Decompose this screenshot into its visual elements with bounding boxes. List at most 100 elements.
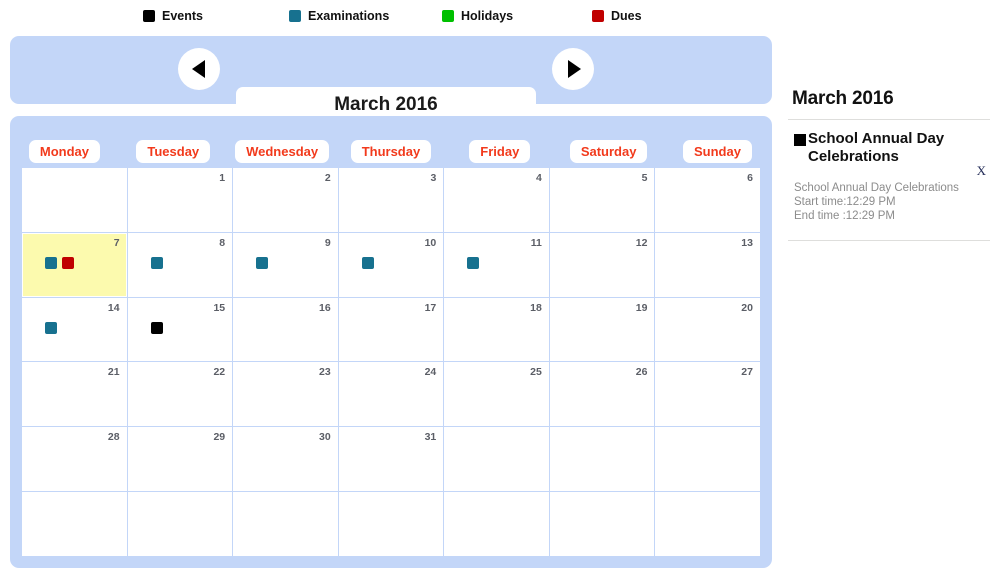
day-marker-group — [361, 256, 374, 269]
day-cell[interactable]: 25 — [444, 362, 549, 427]
day-number: 31 — [424, 431, 437, 444]
day-cell[interactable]: 11 — [444, 232, 549, 297]
day-number: 30 — [319, 431, 331, 444]
day-cell[interactable]: 19 — [549, 297, 655, 362]
day-cell[interactable]: 13 — [655, 232, 760, 297]
day-cell[interactable]: 24 — [338, 362, 444, 427]
day-marker-group — [150, 256, 163, 269]
day-cell[interactable]: 10 — [338, 232, 444, 297]
day-marker-group — [45, 321, 57, 334]
day-marker-group — [256, 256, 269, 269]
day-cell[interactable]: 17 — [338, 297, 444, 362]
page-title: March 2016 — [334, 94, 438, 115]
calendar-body: Monday Tuesday Wednesday Thursday Friday Satu… — [10, 116, 772, 568]
day-cell[interactable]: 12 — [549, 232, 655, 297]
day-marker-group — [150, 321, 163, 334]
day-cell[interactable]: 30 — [233, 427, 338, 492]
day-number: 17 — [424, 301, 437, 314]
day-cell[interactable]: 8 — [127, 232, 233, 297]
day-number: 20 — [741, 301, 753, 314]
day-number: 27 — [741, 366, 753, 379]
day-marker-group — [467, 256, 480, 269]
event-marker-icon[interactable] — [62, 256, 74, 269]
day-number: 2 — [324, 172, 331, 184]
day-number: 13 — [741, 236, 753, 249]
day-marker-group — [45, 256, 74, 269]
day-number: 28 — [107, 431, 120, 444]
legend-item-dues: Dues — [592, 10, 642, 22]
day-cell-empty — [549, 427, 655, 492]
weekday-header-row: Monday Tuesday Wednesday Thursday Friday Satu… — [10, 116, 772, 174]
day-cell[interactable]: 3 — [338, 168, 444, 232]
weekday-label: Wednesday — [235, 140, 330, 163]
day-number: 15 — [213, 301, 226, 314]
weekday-cell-friday: Friday — [445, 116, 554, 174]
day-cell[interactable]: 16 — [233, 297, 338, 362]
day-cell[interactable]: 4 — [444, 168, 549, 232]
day-cell[interactable]: 26 — [549, 362, 655, 427]
day-number: 6 — [747, 172, 753, 184]
calendar-header: March 2016 — [10, 36, 772, 123]
day-number: 18 — [530, 301, 542, 314]
sidebar-divider-bottom — [788, 240, 990, 241]
day-cell-empty — [549, 492, 655, 556]
sidebar-month-title: March 2016 — [792, 88, 894, 109]
day-cell[interactable]: 15 — [127, 297, 233, 362]
day-number: 9 — [324, 236, 331, 249]
event-marker-icon[interactable] — [150, 256, 163, 269]
legend-bar: Events Examinations Holidays Dues — [0, 0, 782, 36]
day-number: 8 — [219, 236, 226, 249]
day-cell[interactable]: 5 — [549, 168, 655, 232]
event-marker-icon[interactable] — [361, 256, 374, 269]
day-cell[interactable]: 20 — [655, 297, 760, 362]
day-number: 23 — [319, 366, 331, 379]
event-marker-icon[interactable] — [256, 256, 269, 269]
day-cell[interactable]: 23 — [233, 362, 338, 427]
previous-month-button[interactable] — [178, 48, 220, 90]
event-title-row: School Annual Day Celebrations — [788, 130, 990, 166]
day-number: 11 — [530, 236, 542, 249]
next-month-button[interactable] — [552, 48, 594, 90]
event-end-time: End time :12:29 PM — [794, 210, 895, 222]
event-detail-card: School Annual Day Celebrations X School … — [788, 120, 990, 231]
day-cell[interactable]: 31 — [338, 427, 444, 492]
day-number: 26 — [635, 366, 648, 379]
day-cell-empty — [444, 492, 549, 556]
day-number: 1 — [219, 172, 226, 184]
day-number: 24 — [424, 366, 437, 379]
day-number: 21 — [107, 366, 120, 379]
close-icon[interactable]: X — [977, 164, 986, 177]
day-cell[interactable]: 29 — [127, 427, 233, 492]
weekday-label: Saturday — [569, 140, 648, 163]
day-cell[interactable]: 9 — [233, 232, 338, 297]
square-swatch — [289, 10, 301, 22]
weekday-cell-tuesday: Tuesday — [119, 116, 228, 174]
legend-label: Dues — [611, 9, 642, 23]
day-cell[interactable]: 2 — [233, 168, 338, 232]
day-cell-empty — [655, 427, 760, 492]
day-cell[interactable]: 27 — [655, 362, 760, 427]
event-marker-icon[interactable] — [45, 256, 57, 269]
square-swatch — [592, 10, 604, 22]
day-cell[interactable]: 1 — [127, 168, 233, 232]
event-marker-icon[interactable] — [45, 321, 57, 334]
weekday-cell-wednesday: Wednesday — [228, 116, 337, 174]
event-sidebar: March 2016 School Annual Day Celebration… — [788, 88, 990, 241]
legend-label: Examinations — [308, 9, 390, 23]
day-number: 25 — [530, 366, 542, 379]
day-cell-empty — [338, 492, 444, 556]
event-marker-icon[interactable] — [467, 256, 480, 269]
day-cell[interactable]: 21 — [22, 362, 127, 427]
event-marker-icon[interactable] — [150, 321, 163, 334]
day-cell[interactable]: 22 — [127, 362, 233, 427]
day-cell[interactable]: 7 — [22, 232, 127, 297]
day-cell[interactable]: 28 — [22, 427, 127, 492]
event-start-time: Start time:12:29 PM — [794, 196, 896, 208]
day-number: 3 — [430, 172, 437, 184]
day-cell[interactable]: 14 — [22, 297, 127, 362]
day-number: 4 — [536, 172, 542, 184]
day-cell[interactable]: 6 — [655, 168, 760, 232]
legend-item-holidays: Holidays — [442, 10, 513, 22]
day-cell-empty — [655, 492, 760, 556]
day-cell[interactable]: 18 — [444, 297, 549, 362]
